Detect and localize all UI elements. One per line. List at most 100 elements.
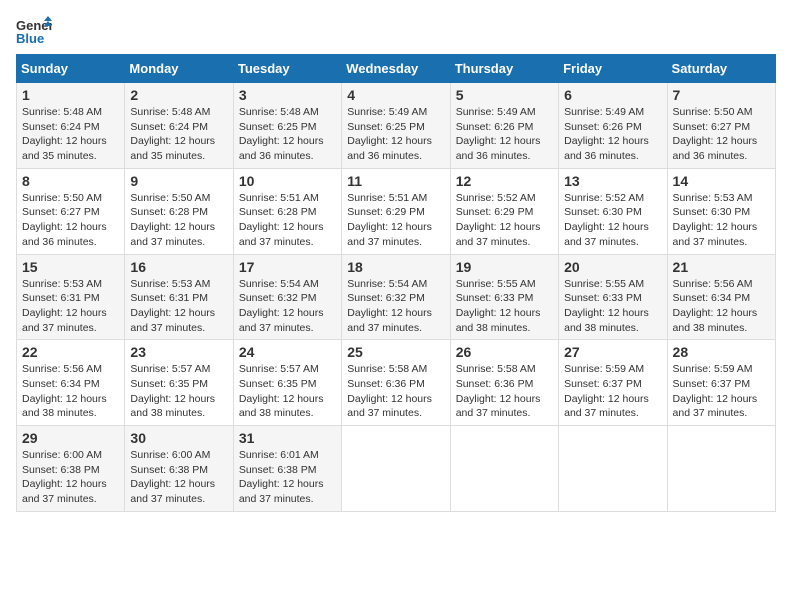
day-number: 17 xyxy=(239,259,336,275)
cell-content: Sunrise: 5:52 AM Sunset: 6:29 PM Dayligh… xyxy=(456,191,553,250)
page-header: General Blue xyxy=(16,16,776,46)
day-cell-25: 25 Sunrise: 5:58 AM Sunset: 6:36 PM Dayl… xyxy=(342,340,450,426)
week-row-3: 15 Sunrise: 5:53 AM Sunset: 6:31 PM Dayl… xyxy=(17,254,776,340)
day-cell-18: 18 Sunrise: 5:54 AM Sunset: 6:32 PM Dayl… xyxy=(342,254,450,340)
logo-icon: General Blue xyxy=(16,16,52,46)
cell-content: Sunrise: 5:59 AM Sunset: 6:37 PM Dayligh… xyxy=(564,362,661,421)
day-cell-19: 19 Sunrise: 5:55 AM Sunset: 6:33 PM Dayl… xyxy=(450,254,558,340)
day-cell-9: 9 Sunrise: 5:50 AM Sunset: 6:28 PM Dayli… xyxy=(125,168,233,254)
week-row-4: 22 Sunrise: 5:56 AM Sunset: 6:34 PM Dayl… xyxy=(17,340,776,426)
day-number: 5 xyxy=(456,87,553,103)
svg-text:Blue: Blue xyxy=(16,31,44,46)
day-cell-5: 5 Sunrise: 5:49 AM Sunset: 6:26 PM Dayli… xyxy=(450,83,558,169)
day-cell-30: 30 Sunrise: 6:00 AM Sunset: 6:38 PM Dayl… xyxy=(125,426,233,512)
day-cell-6: 6 Sunrise: 5:49 AM Sunset: 6:26 PM Dayli… xyxy=(559,83,667,169)
cell-content: Sunrise: 5:53 AM Sunset: 6:30 PM Dayligh… xyxy=(673,191,770,250)
day-cell-13: 13 Sunrise: 5:52 AM Sunset: 6:30 PM Dayl… xyxy=(559,168,667,254)
day-cell-2: 2 Sunrise: 5:48 AM Sunset: 6:24 PM Dayli… xyxy=(125,83,233,169)
cell-content: Sunrise: 5:53 AM Sunset: 6:31 PM Dayligh… xyxy=(130,277,227,336)
empty-cell-4-6 xyxy=(667,426,775,512)
day-number: 28 xyxy=(673,344,770,360)
week-row-2: 8 Sunrise: 5:50 AM Sunset: 6:27 PM Dayli… xyxy=(17,168,776,254)
day-number: 9 xyxy=(130,173,227,189)
day-number: 19 xyxy=(456,259,553,275)
day-cell-20: 20 Sunrise: 5:55 AM Sunset: 6:33 PM Dayl… xyxy=(559,254,667,340)
cell-content: Sunrise: 5:49 AM Sunset: 6:25 PM Dayligh… xyxy=(347,105,444,164)
cell-content: Sunrise: 5:51 AM Sunset: 6:28 PM Dayligh… xyxy=(239,191,336,250)
day-cell-17: 17 Sunrise: 5:54 AM Sunset: 6:32 PM Dayl… xyxy=(233,254,341,340)
header-tuesday: Tuesday xyxy=(233,55,341,83)
week-row-1: 1 Sunrise: 5:48 AM Sunset: 6:24 PM Dayli… xyxy=(17,83,776,169)
day-number: 25 xyxy=(347,344,444,360)
day-cell-1: 1 Sunrise: 5:48 AM Sunset: 6:24 PM Dayli… xyxy=(17,83,125,169)
cell-content: Sunrise: 5:55 AM Sunset: 6:33 PM Dayligh… xyxy=(564,277,661,336)
day-number: 16 xyxy=(130,259,227,275)
cell-content: Sunrise: 5:54 AM Sunset: 6:32 PM Dayligh… xyxy=(239,277,336,336)
day-number: 12 xyxy=(456,173,553,189)
day-number: 8 xyxy=(22,173,119,189)
header-wednesday: Wednesday xyxy=(342,55,450,83)
day-number: 14 xyxy=(673,173,770,189)
week-row-5: 29 Sunrise: 6:00 AM Sunset: 6:38 PM Dayl… xyxy=(17,426,776,512)
day-cell-14: 14 Sunrise: 5:53 AM Sunset: 6:30 PM Dayl… xyxy=(667,168,775,254)
header-sunday: Sunday xyxy=(17,55,125,83)
day-number: 22 xyxy=(22,344,119,360)
cell-content: Sunrise: 5:49 AM Sunset: 6:26 PM Dayligh… xyxy=(564,105,661,164)
cell-content: Sunrise: 5:57 AM Sunset: 6:35 PM Dayligh… xyxy=(130,362,227,421)
cell-content: Sunrise: 5:55 AM Sunset: 6:33 PM Dayligh… xyxy=(456,277,553,336)
day-number: 29 xyxy=(22,430,119,446)
day-number: 11 xyxy=(347,173,444,189)
day-cell-16: 16 Sunrise: 5:53 AM Sunset: 6:31 PM Dayl… xyxy=(125,254,233,340)
cell-content: Sunrise: 5:49 AM Sunset: 6:26 PM Dayligh… xyxy=(456,105,553,164)
day-number: 24 xyxy=(239,344,336,360)
header-thursday: Thursday xyxy=(450,55,558,83)
day-cell-21: 21 Sunrise: 5:56 AM Sunset: 6:34 PM Dayl… xyxy=(667,254,775,340)
day-number: 26 xyxy=(456,344,553,360)
day-cell-22: 22 Sunrise: 5:56 AM Sunset: 6:34 PM Dayl… xyxy=(17,340,125,426)
cell-content: Sunrise: 5:50 AM Sunset: 6:28 PM Dayligh… xyxy=(130,191,227,250)
day-cell-23: 23 Sunrise: 5:57 AM Sunset: 6:35 PM Dayl… xyxy=(125,340,233,426)
cell-content: Sunrise: 5:58 AM Sunset: 6:36 PM Dayligh… xyxy=(456,362,553,421)
day-number: 31 xyxy=(239,430,336,446)
day-number: 27 xyxy=(564,344,661,360)
day-cell-24: 24 Sunrise: 5:57 AM Sunset: 6:35 PM Dayl… xyxy=(233,340,341,426)
day-cell-28: 28 Sunrise: 5:59 AM Sunset: 6:37 PM Dayl… xyxy=(667,340,775,426)
day-number: 15 xyxy=(22,259,119,275)
day-cell-26: 26 Sunrise: 5:58 AM Sunset: 6:36 PM Dayl… xyxy=(450,340,558,426)
day-number: 13 xyxy=(564,173,661,189)
cell-content: Sunrise: 5:58 AM Sunset: 6:36 PM Dayligh… xyxy=(347,362,444,421)
day-number: 21 xyxy=(673,259,770,275)
day-cell-4: 4 Sunrise: 5:49 AM Sunset: 6:25 PM Dayli… xyxy=(342,83,450,169)
day-cell-12: 12 Sunrise: 5:52 AM Sunset: 6:29 PM Dayl… xyxy=(450,168,558,254)
cell-content: Sunrise: 5:48 AM Sunset: 6:24 PM Dayligh… xyxy=(130,105,227,164)
cell-content: Sunrise: 5:52 AM Sunset: 6:30 PM Dayligh… xyxy=(564,191,661,250)
calendar-header-row: SundayMondayTuesdayWednesdayThursdayFrid… xyxy=(17,55,776,83)
cell-content: Sunrise: 5:53 AM Sunset: 6:31 PM Dayligh… xyxy=(22,277,119,336)
header-saturday: Saturday xyxy=(667,55,775,83)
day-number: 6 xyxy=(564,87,661,103)
cell-content: Sunrise: 5:48 AM Sunset: 6:24 PM Dayligh… xyxy=(22,105,119,164)
cell-content: Sunrise: 5:48 AM Sunset: 6:25 PM Dayligh… xyxy=(239,105,336,164)
cell-content: Sunrise: 6:00 AM Sunset: 6:38 PM Dayligh… xyxy=(130,448,227,507)
header-monday: Monday xyxy=(125,55,233,83)
day-cell-11: 11 Sunrise: 5:51 AM Sunset: 6:29 PM Dayl… xyxy=(342,168,450,254)
empty-cell-4-5 xyxy=(559,426,667,512)
logo: General Blue xyxy=(16,16,56,46)
cell-content: Sunrise: 5:50 AM Sunset: 6:27 PM Dayligh… xyxy=(673,105,770,164)
cell-content: Sunrise: 5:50 AM Sunset: 6:27 PM Dayligh… xyxy=(22,191,119,250)
day-number: 23 xyxy=(130,344,227,360)
day-number: 10 xyxy=(239,173,336,189)
cell-content: Sunrise: 5:56 AM Sunset: 6:34 PM Dayligh… xyxy=(22,362,119,421)
day-number: 20 xyxy=(564,259,661,275)
cell-content: Sunrise: 5:54 AM Sunset: 6:32 PM Dayligh… xyxy=(347,277,444,336)
calendar-table: SundayMondayTuesdayWednesdayThursdayFrid… xyxy=(16,54,776,512)
day-number: 7 xyxy=(673,87,770,103)
header-friday: Friday xyxy=(559,55,667,83)
cell-content: Sunrise: 6:00 AM Sunset: 6:38 PM Dayligh… xyxy=(22,448,119,507)
cell-content: Sunrise: 6:01 AM Sunset: 6:38 PM Dayligh… xyxy=(239,448,336,507)
day-cell-29: 29 Sunrise: 6:00 AM Sunset: 6:38 PM Dayl… xyxy=(17,426,125,512)
cell-content: Sunrise: 5:57 AM Sunset: 6:35 PM Dayligh… xyxy=(239,362,336,421)
cell-content: Sunrise: 5:59 AM Sunset: 6:37 PM Dayligh… xyxy=(673,362,770,421)
day-cell-27: 27 Sunrise: 5:59 AM Sunset: 6:37 PM Dayl… xyxy=(559,340,667,426)
empty-cell-4-4 xyxy=(450,426,558,512)
